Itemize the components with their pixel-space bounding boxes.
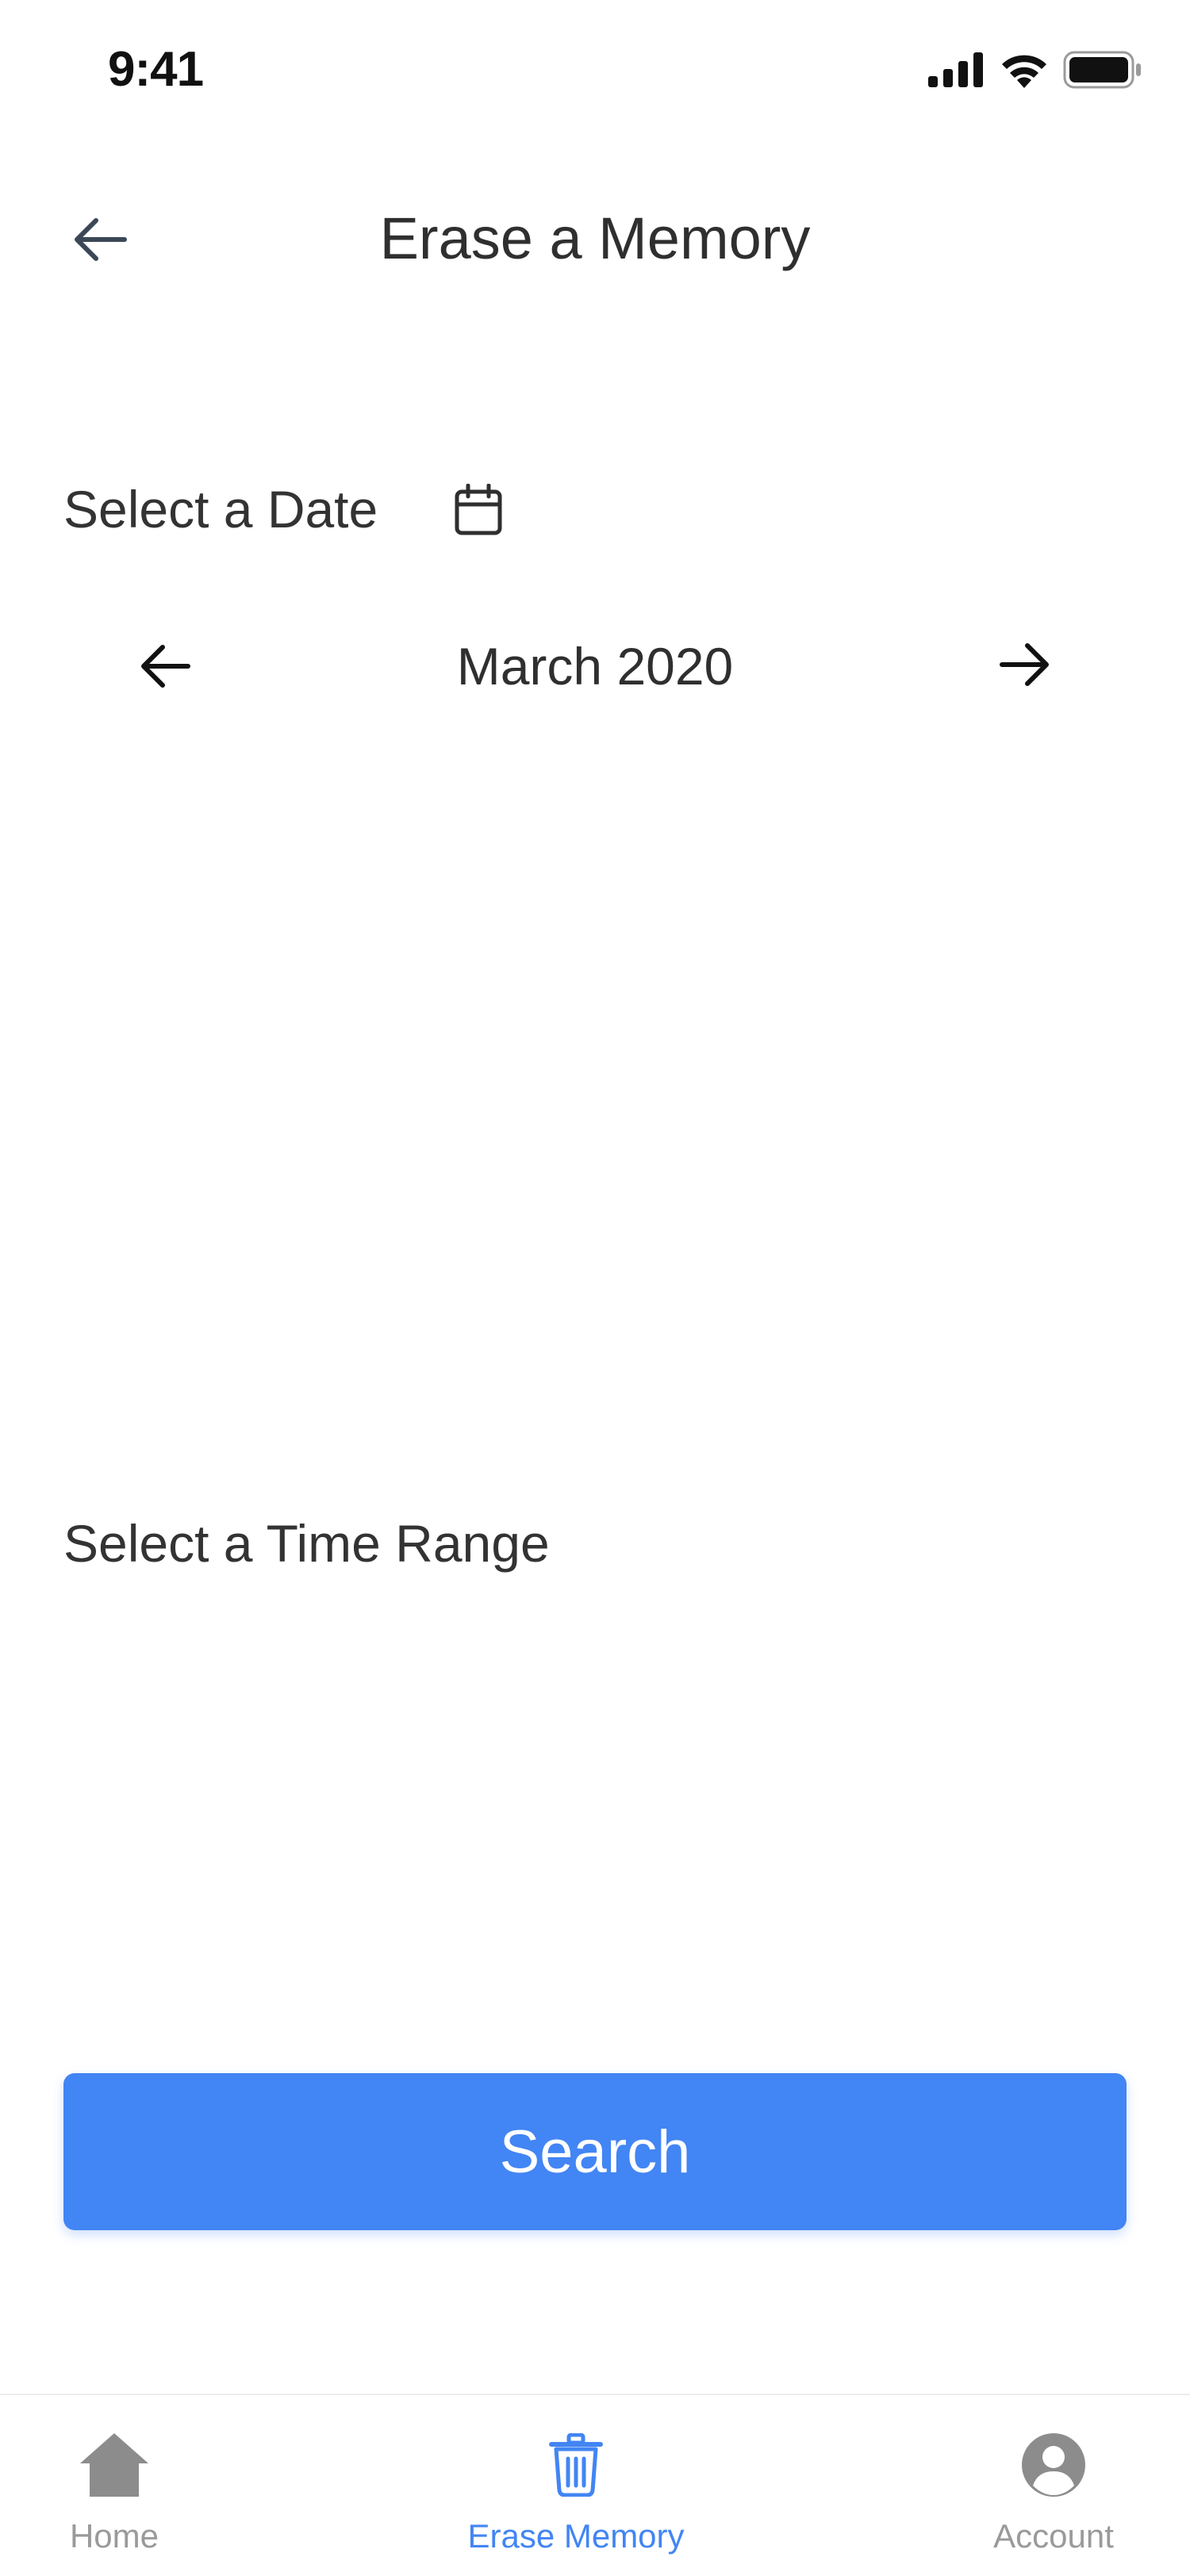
arrow-left-icon (139, 644, 191, 692)
page-title: Erase a Memory (379, 205, 811, 271)
calendar-button[interactable] (449, 482, 508, 541)
tab-account-label: Account (993, 2517, 1114, 2555)
home-icon (76, 2427, 152, 2503)
search-button[interactable]: Search (63, 2073, 1127, 2230)
status-icons (928, 51, 1142, 93)
wifi-icon (1000, 52, 1049, 92)
tab-home[interactable]: Home (0, 2427, 281, 2555)
select-date-label: Select a Date (63, 480, 378, 539)
select-time-range-label: Select a Time Range (63, 1514, 550, 1573)
tab-bar: Home Erase Memory Account (0, 2394, 1190, 2576)
calendar-icon (454, 483, 503, 540)
tab-home-label: Home (69, 2517, 159, 2555)
cellular-signal-icon (928, 52, 985, 91)
battery-icon (1063, 51, 1142, 93)
arrow-right-icon (999, 642, 1051, 691)
trash-icon (538, 2427, 614, 2503)
account-icon (1015, 2427, 1092, 2503)
tab-account[interactable]: Account (887, 2427, 1190, 2555)
status-time: 9:41 (108, 42, 204, 97)
next-month-button[interactable] (993, 638, 1057, 695)
tab-erase-memory-label: Erase Memory (467, 2517, 685, 2555)
previous-month-button[interactable] (133, 639, 197, 696)
erase-memory-screen: 9:41 Erase a Memory Select a Date March … (0, 0, 1190, 2576)
tab-erase-memory[interactable]: Erase Memory (409, 2427, 743, 2555)
